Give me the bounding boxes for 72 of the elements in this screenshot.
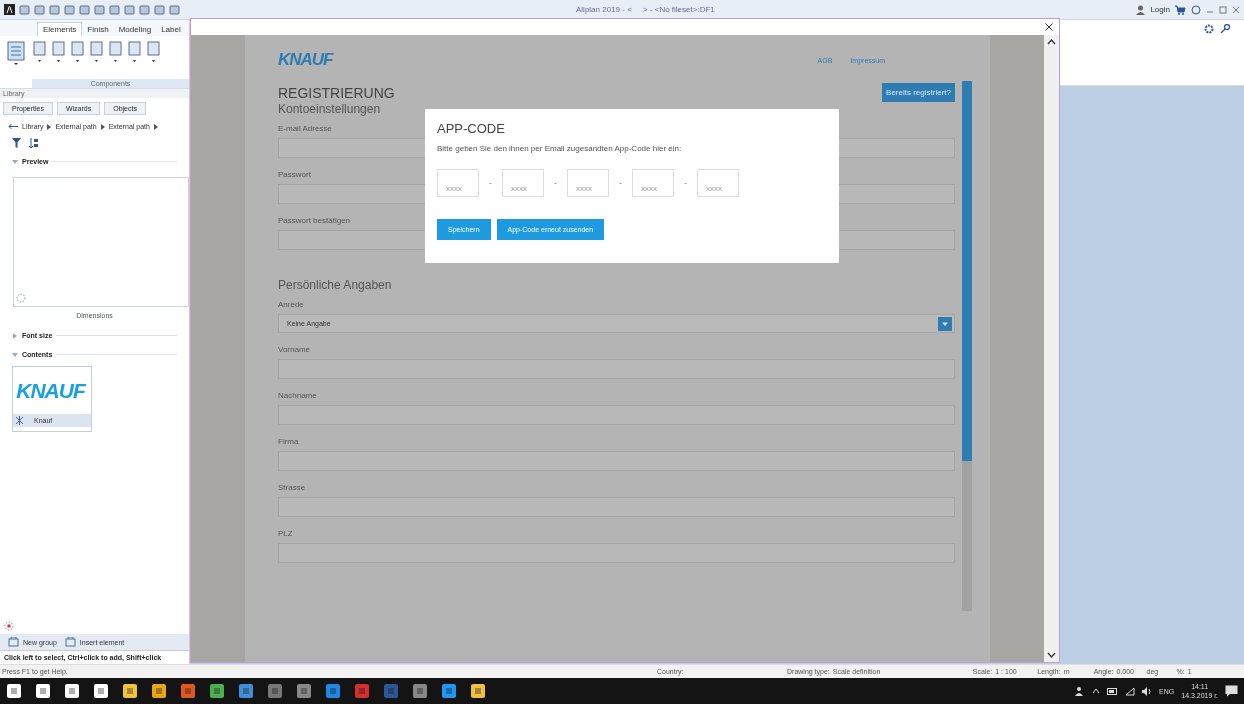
- section-heading: Persönliche Angaben: [278, 278, 393, 292]
- scrollbar-thumb[interactable]: [962, 81, 972, 461]
- app-tile-icon[interactable]: [180, 683, 196, 699]
- field-label: Strasse: [278, 483, 306, 492]
- ribbon-tab[interactable]: Elements: [37, 22, 83, 36]
- field-label: Passwort: [278, 170, 311, 179]
- window-title: Allplan 2019 - < > - <No fileset>:DF1: [576, 5, 715, 14]
- close-icon[interactable]: [1045, 23, 1053, 31]
- app-tile-icon[interactable]: [325, 683, 341, 699]
- speaker-icon[interactable]: [1142, 686, 1153, 696]
- field-label: Anrede: [278, 300, 304, 309]
- ribbon-tab[interactable]: Finish: [82, 23, 114, 36]
- maximize-icon[interactable]: [1219, 5, 1227, 14]
- user-icon: [1136, 4, 1146, 15]
- scroll-up-icon[interactable]: [1047, 39, 1056, 45]
- chevron-icon: [47, 123, 52, 130]
- battery-icon[interactable]: [1107, 687, 1119, 695]
- dropdown-caret-icon[interactable]: [938, 316, 952, 331]
- collapsed-caret-icon[interactable]: [12, 332, 18, 339]
- app-logo-icon[interactable]: [4, 4, 15, 15]
- app-tile-icon[interactable]: [441, 683, 457, 699]
- dashed-circle-icon[interactable]: [4, 621, 14, 631]
- dialog-text: Bitte geben Sie den ihnen per Email zugesandten App-Code hier ein:: [437, 144, 683, 153]
- person-icon[interactable]: [1075, 686, 1086, 696]
- code-field[interactable]: xxxx: [502, 169, 544, 197]
- section-heading: Kontoeinstellungen: [278, 102, 382, 116]
- scroll-down-icon[interactable]: [1047, 652, 1056, 658]
- code-field[interactable]: xxxx: [567, 169, 609, 197]
- group-icon: [15, 416, 24, 425]
- separator-text: -: [619, 178, 622, 188]
- app-tile-icon[interactable]: [296, 683, 312, 699]
- login-link[interactable]: Login: [1150, 5, 1170, 14]
- separator-text: -: [554, 178, 557, 188]
- app-tile-icon[interactable]: [151, 683, 167, 699]
- login-button[interactable]: Bereits registriert?: [882, 83, 955, 102]
- separator-text: -: [684, 178, 687, 188]
- logo: KNAUF: [278, 50, 333, 70]
- field-label: E-mail Adresse: [278, 124, 332, 133]
- cart-icon[interactable]: [1175, 4, 1186, 15]
- dialog-title: APP-CODE: [437, 121, 506, 136]
- expanded-caret-icon[interactable]: [12, 158, 18, 165]
- code-field[interactable]: xxxx: [632, 169, 674, 197]
- code-field[interactable]: xxxx: [437, 169, 479, 197]
- field-label: Firma: [278, 437, 299, 446]
- notification-icon[interactable]: [1225, 685, 1238, 697]
- app-tile-icon[interactable]: [383, 683, 399, 699]
- ribbon-tab[interactable]: Modeling: [113, 23, 157, 36]
- gear-icon[interactable]: [1204, 24, 1214, 34]
- building-icon[interactable]: [6, 40, 26, 66]
- app-tile-icon[interactable]: [238, 683, 254, 699]
- chevron-icon: [153, 123, 158, 130]
- field-label: Passwort bestätigen: [278, 216, 351, 225]
- field-label: Vorname: [278, 345, 311, 354]
- app-tile-icon[interactable]: [354, 683, 370, 699]
- app-tile-icon[interactable]: [412, 683, 428, 699]
- separator-text: -: [489, 178, 492, 188]
- expanded-caret-icon[interactable]: [12, 351, 18, 358]
- help-icon[interactable]: [1191, 4, 1201, 15]
- field-label: Nachname: [278, 391, 317, 400]
- ribbon-tab[interactable]: Label: [156, 23, 186, 36]
- sort-icon[interactable]: [29, 138, 38, 148]
- field-label: PLZ: [278, 529, 293, 538]
- page-title: REGISTRIERUNG: [278, 84, 395, 101]
- chevron-icon: [100, 123, 105, 130]
- back-arrow-icon[interactable]: [8, 123, 18, 130]
- scrollbar[interactable]: [1044, 35, 1059, 662]
- app-tile-icon[interactable]: [470, 683, 486, 699]
- code-field[interactable]: xxxx: [697, 169, 739, 197]
- key-icon[interactable]: [1220, 24, 1230, 34]
- caret-up-icon[interactable]: [1092, 688, 1101, 694]
- network-icon[interactable]: [1125, 686, 1136, 696]
- filter-icon[interactable]: [12, 138, 21, 148]
